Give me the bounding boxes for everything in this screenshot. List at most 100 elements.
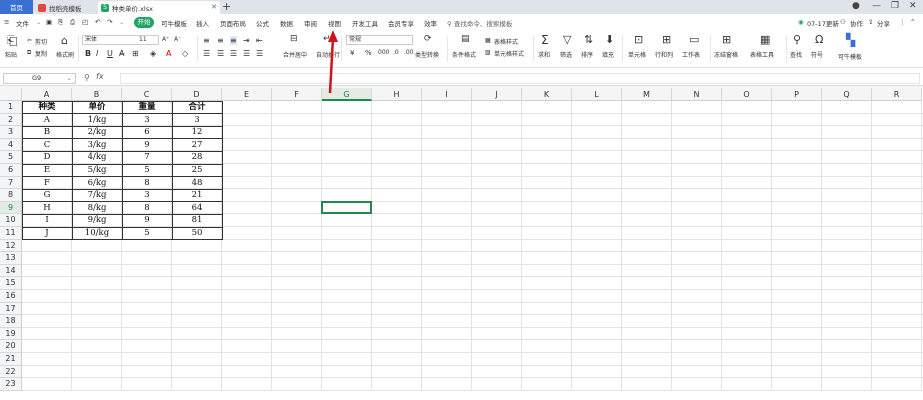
align-top-icon[interactable]: ≡ xyxy=(203,36,210,45)
column-header-j[interactable]: J xyxy=(472,88,522,101)
table-cell[interactable]: A xyxy=(22,114,72,127)
table-header-cell[interactable]: 单价 xyxy=(72,101,122,114)
zoom-icon[interactable]: ⚲ xyxy=(84,73,90,82)
column-header-d[interactable]: D xyxy=(172,88,222,101)
formula-input[interactable] xyxy=(120,73,920,84)
distribute-icon[interactable]: ☰ xyxy=(256,49,263,58)
number-format-select[interactable]: 常规 xyxy=(346,35,413,45)
row-header-14[interactable]: 14 xyxy=(0,264,22,278)
column-header-b[interactable]: B xyxy=(72,88,122,101)
find-icon[interactable]: ⚲ xyxy=(793,33,801,46)
select-all-corner[interactable] xyxy=(0,88,22,101)
copy-button[interactable]: 复制 xyxy=(35,49,47,58)
row-header-20[interactable]: 20 xyxy=(0,340,22,353)
menu-formula[interactable]: 公式 xyxy=(256,18,269,28)
table-cell[interactable]: 50 xyxy=(172,227,222,240)
clear-icon[interactable]: ◇ xyxy=(182,49,188,58)
name-box[interactable]: G9 ⌄ xyxy=(3,73,76,84)
conditional-format-icon[interactable]: ▤ xyxy=(461,34,470,44)
row-header-2[interactable]: 2 xyxy=(0,113,22,127)
justify-icon[interactable]: ☰ xyxy=(243,49,250,58)
wrap-button[interactable]: 自动换行 xyxy=(316,50,340,59)
row-col-icon[interactable]: ⊞ xyxy=(662,33,671,46)
selected-cell[interactable] xyxy=(321,200,372,215)
row-header-8[interactable]: 8 xyxy=(0,189,22,202)
column-header-f[interactable]: F xyxy=(272,88,322,101)
collapse-ribbon-icon[interactable]: ⌃ xyxy=(910,18,915,26)
font-grow-icon[interactable]: A⁺ xyxy=(162,36,169,43)
table-cell[interactable]: 8 xyxy=(122,177,172,190)
table-cell[interactable]: 21 xyxy=(172,189,222,202)
italic-icon[interactable]: I xyxy=(96,49,98,58)
table-cell[interactable]: 3/kg xyxy=(72,139,122,152)
row-header-23[interactable]: 23 xyxy=(0,378,22,391)
font-size-select[interactable]: 11 xyxy=(137,35,159,45)
command-search[interactable]: ⚲ 查找命令、搜索模板 xyxy=(447,18,512,28)
align-right-icon[interactable]: ☰ xyxy=(230,49,237,58)
decimal-increase-icon[interactable]: .0 xyxy=(393,49,399,56)
column-header-m[interactable]: M xyxy=(622,88,672,101)
paste-button[interactable]: 粘贴 xyxy=(5,50,17,59)
format-painter-button[interactable]: 格式刷 xyxy=(56,50,74,59)
maximize-icon[interactable]: ❐ xyxy=(891,1,899,11)
table-cell[interactable]: 7 xyxy=(122,151,172,164)
sheet-button[interactable]: 工作表 xyxy=(682,50,700,59)
menu-member[interactable]: 会员专享 xyxy=(388,18,414,28)
table-header-cell[interactable]: 种类 xyxy=(22,101,72,114)
knm-template-button[interactable]: 可牛模板 xyxy=(838,52,862,61)
cut-button[interactable]: 剪切 xyxy=(35,37,47,46)
table-cell[interactable]: 10/kg xyxy=(72,227,122,240)
type-convert-icon[interactable]: ⟳ xyxy=(424,34,432,44)
row-header-3[interactable]: 3 xyxy=(0,126,22,139)
freeze-button[interactable]: 冻结窗格 xyxy=(714,50,738,59)
column-header-n[interactable]: N xyxy=(672,88,722,101)
new-tab-plus-icon[interactable]: + xyxy=(222,0,231,13)
more-icon[interactable]: ⋮ xyxy=(899,18,906,26)
menu-insert[interactable]: 插入 xyxy=(196,18,209,28)
cell-style-button[interactable]: 单元格样式 xyxy=(494,49,524,58)
menu-knm-template[interactable]: 可牛模板 xyxy=(161,18,187,28)
cell-icon[interactable]: ⊡ xyxy=(634,33,643,46)
column-header-g[interactable]: G xyxy=(322,88,372,101)
chevron-down-icon[interactable]: ⌄ xyxy=(119,18,124,26)
conditional-format-button[interactable]: 条件格式 xyxy=(452,50,476,59)
chevron-down-icon[interactable]: ⌄ xyxy=(36,18,41,26)
thousands-icon[interactable]: 000 xyxy=(378,49,389,56)
table-cell[interactable]: 27 xyxy=(172,139,222,152)
table-cell[interactable]: C xyxy=(22,139,72,152)
row-header-18[interactable]: 18 xyxy=(0,315,22,328)
column-header-o[interactable]: O xyxy=(722,88,772,101)
merge-button[interactable]: 合并居中 xyxy=(283,50,307,59)
sum-icon[interactable]: Σ xyxy=(541,33,549,47)
format-painter-icon[interactable]: ⌂ xyxy=(61,34,68,47)
column-header-i[interactable]: I xyxy=(422,88,472,101)
underline-icon[interactable]: U xyxy=(107,49,113,58)
table-header-cell[interactable]: 重量 xyxy=(122,101,172,114)
table-cell[interactable]: 4/kg xyxy=(72,151,122,164)
minimize-icon[interactable]: — xyxy=(872,1,881,11)
fx-icon[interactable]: fx xyxy=(96,72,104,81)
strikethrough-icon[interactable]: A̶ xyxy=(119,49,124,58)
filter-icon[interactable]: ▽ xyxy=(563,33,571,46)
row-header-13[interactable]: 13 xyxy=(0,252,22,265)
font-shrink-icon[interactable]: A⁻ xyxy=(174,36,181,43)
table-tools-icon[interactable]: ▦ xyxy=(760,33,770,46)
table-tools-button[interactable]: 表格工具 xyxy=(750,50,774,59)
filter-button[interactable]: 筛选 xyxy=(560,50,572,59)
row-header-11[interactable]: 11 xyxy=(0,227,22,240)
close-window-icon[interactable]: ✕ xyxy=(909,1,917,11)
menu-efficiency[interactable]: 效率 xyxy=(424,18,437,28)
table-cell[interactable]: 3 xyxy=(122,189,172,202)
currency-icon[interactable]: ¥ xyxy=(350,49,354,57)
row-header-5[interactable]: 5 xyxy=(0,151,22,164)
symbol-button[interactable]: 符号 xyxy=(811,50,823,59)
table-cell[interactable]: 6/kg xyxy=(72,177,122,190)
sort-button[interactable]: 排序 xyxy=(581,50,593,59)
table-cell[interactable]: 8 xyxy=(122,202,172,215)
menu-start[interactable]: 开始 xyxy=(134,17,154,28)
menu-file[interactable]: 文件 xyxy=(16,18,29,28)
table-cell[interactable]: 3 xyxy=(122,114,172,127)
align-left-icon[interactable]: ☰ xyxy=(203,49,210,58)
menu-page-layout[interactable]: 页面布局 xyxy=(220,18,246,28)
column-header-c[interactable]: C xyxy=(122,88,172,101)
